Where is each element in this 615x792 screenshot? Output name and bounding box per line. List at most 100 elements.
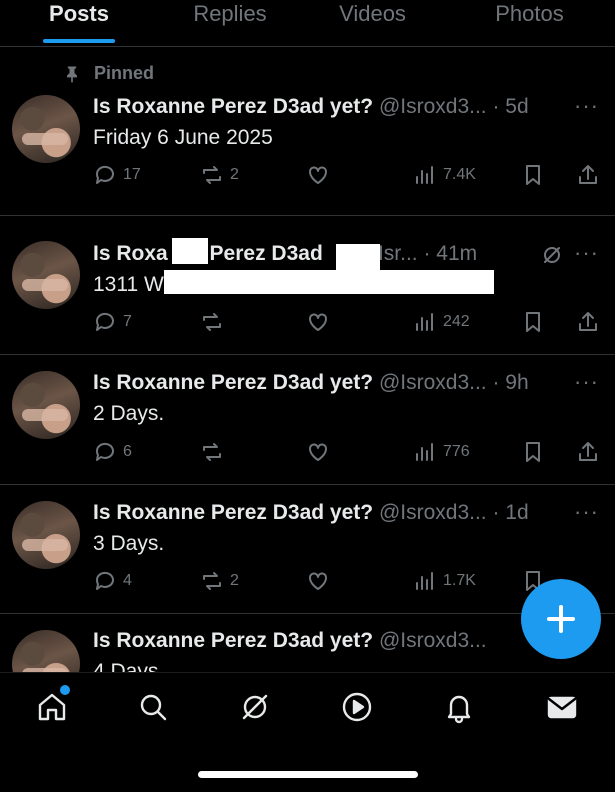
display-name[interactable]: Is Roxanne Perez D3ad yet? <box>93 501 373 524</box>
handle[interactable]: @Isroxd3... <box>379 629 487 652</box>
post-text: 3 Days. <box>93 532 165 555</box>
home-notification-dot <box>58 683 72 697</box>
home-indicator[interactable] <box>198 771 418 778</box>
heart-icon <box>309 572 327 590</box>
video-icon[interactable] <box>340 690 374 724</box>
like-button[interactable] <box>306 163 330 187</box>
view-count: 7.4K <box>443 166 476 183</box>
post-header: Is Roxanne Perez D3ad yet? @Isroxd3... ·… <box>93 501 529 525</box>
avatar[interactable] <box>12 95 80 163</box>
avatar[interactable] <box>12 371 80 439</box>
share-icon <box>579 165 597 184</box>
share-button[interactable] <box>576 163 600 187</box>
search-icon[interactable] <box>136 690 170 724</box>
plus-icon <box>547 605 575 633</box>
repost-icon <box>203 443 221 461</box>
grok-icon[interactable] <box>238 690 272 724</box>
more-options-icon[interactable]: ··· <box>574 499 599 525</box>
more-options-icon[interactable]: ··· <box>574 369 599 395</box>
bookmark-button[interactable] <box>521 310 545 334</box>
views-icon <box>416 443 433 461</box>
redaction <box>336 244 380 270</box>
share-icon <box>579 312 597 331</box>
avatar[interactable] <box>12 501 80 569</box>
timestamp[interactable]: · 5d <box>492 95 528 118</box>
view-count: 242 <box>443 313 470 330</box>
tab-photos[interactable]: Photos <box>482 0 577 46</box>
bookmark-icon <box>526 312 540 332</box>
views-button[interactable]: 242 <box>413 310 470 334</box>
notifications-icon[interactable] <box>442 690 476 724</box>
post-2[interactable]: Is Roxa Perez D3ad @Isr... · 41m ··· 131… <box>0 216 615 355</box>
messages-icon[interactable] <box>545 690 579 724</box>
timestamp[interactable]: · 9h <box>492 371 528 394</box>
post-header: Is Roxanne Perez D3ad yet? @Isroxd3... <box>93 629 487 653</box>
tab-videos[interactable]: Videos <box>325 0 420 46</box>
display-name[interactable]: Is Roxanne Perez D3ad yet? <box>93 95 373 118</box>
timestamp[interactable]: · 41m <box>423 242 477 265</box>
reply-button[interactable]: 17 <box>93 163 141 187</box>
reply-button[interactable]: 7 <box>93 310 132 334</box>
like-button[interactable] <box>306 440 330 464</box>
post-header: Is Roxanne Perez D3ad yet? @Isroxd3... ·… <box>93 371 529 395</box>
redaction <box>164 270 494 294</box>
tab-replies[interactable]: Replies <box>180 0 280 46</box>
avatar[interactable] <box>12 241 80 309</box>
display-name-end: Perez D3ad <box>209 242 323 265</box>
repost-button[interactable]: 2 <box>200 163 239 187</box>
share-button[interactable] <box>576 440 600 464</box>
repost-count: 2 <box>230 572 239 589</box>
like-button[interactable] <box>306 310 330 334</box>
post-header: Is Roxa Perez D3ad @Isr... · 41m <box>93 242 477 266</box>
reply-icon <box>95 165 114 184</box>
reply-button[interactable]: 6 <box>93 440 132 464</box>
compose-button[interactable] <box>521 579 601 659</box>
post-1[interactable]: Pinned Is Roxanne Perez D3ad yet? @Isrox… <box>0 47 615 216</box>
reply-icon <box>95 442 114 461</box>
handle[interactable]: @Isroxd3... <box>379 371 487 394</box>
views-button[interactable]: 1.7K <box>413 569 476 593</box>
handle[interactable]: @Isroxd3... <box>379 95 487 118</box>
timestamp[interactable]: · 1d <box>492 501 528 524</box>
views-icon <box>416 572 433 590</box>
handle[interactable]: @Isroxd3... <box>379 501 487 524</box>
views-icon <box>416 166 433 184</box>
share-icon <box>579 442 597 461</box>
reply-button[interactable]: 4 <box>93 569 132 593</box>
post-header: Is Roxanne Perez D3ad yet? @Isroxd3... ·… <box>93 95 529 119</box>
post-3[interactable]: Is Roxanne Perez D3ad yet? @Isroxd3... ·… <box>0 355 615 485</box>
reply-count: 7 <box>123 313 132 330</box>
repost-icon <box>203 166 221 184</box>
bookmark-button[interactable] <box>521 163 545 187</box>
grok-icon <box>544 247 560 263</box>
repost-icon <box>203 572 221 590</box>
view-count: 776 <box>443 443 470 460</box>
more-options-icon[interactable]: ··· <box>574 240 599 266</box>
pin-icon <box>67 66 77 82</box>
repost-button[interactable] <box>200 440 224 464</box>
heart-icon <box>309 313 327 331</box>
avatar[interactable] <box>12 630 80 674</box>
bookmark-button[interactable] <box>521 440 545 464</box>
display-name[interactable]: Is Roxanne Perez D3ad yet? <box>93 371 373 394</box>
reply-count: 6 <box>123 443 132 460</box>
share-button[interactable] <box>576 310 600 334</box>
profile-tabs: Posts Replies Videos Photos <box>0 0 615 47</box>
repost-button[interactable]: 2 <box>200 569 239 593</box>
repost-count: 2 <box>230 166 239 183</box>
display-name[interactable]: Is Roxanne Perez D3ad yet? <box>93 629 373 652</box>
grok-button[interactable] <box>540 243 564 267</box>
bookmark-icon <box>526 442 540 462</box>
reply-icon <box>95 312 114 331</box>
views-button[interactable]: 7.4K <box>413 163 476 187</box>
more-options-icon[interactable]: ··· <box>574 93 599 119</box>
pinned-indicator: Pinned <box>62 63 154 84</box>
reply-count: 17 <box>123 166 141 183</box>
display-name[interactable]: Is Roxa <box>93 242 168 265</box>
views-button[interactable]: 776 <box>413 440 470 464</box>
like-button[interactable] <box>306 569 330 593</box>
post-4[interactable]: Is Roxanne Perez D3ad yet? @Isroxd3... ·… <box>0 485 615 614</box>
repost-button[interactable] <box>200 310 224 334</box>
bookmark-icon <box>526 165 540 185</box>
active-tab-indicator <box>43 39 115 43</box>
